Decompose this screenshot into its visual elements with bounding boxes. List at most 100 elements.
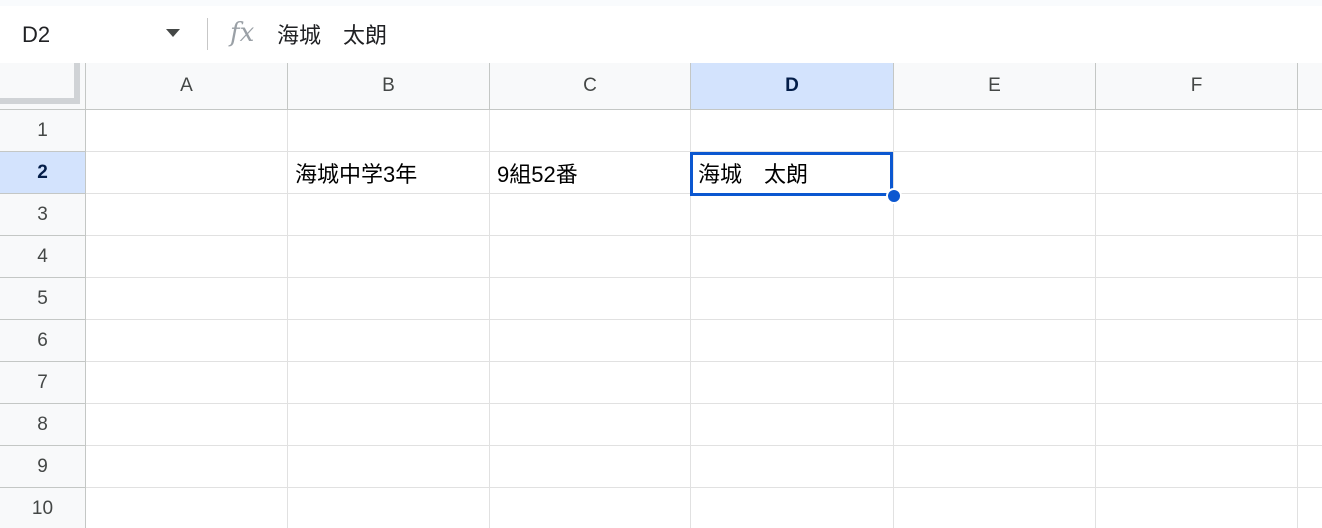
cell-f5[interactable] xyxy=(1096,278,1298,320)
row-header-6[interactable]: 6 xyxy=(0,320,86,362)
cell-c5[interactable] xyxy=(490,278,691,320)
fill-handle[interactable] xyxy=(886,188,902,204)
cell-b5[interactable] xyxy=(288,278,490,320)
cell-c6[interactable] xyxy=(490,320,691,362)
cell-d2[interactable]: 海城 太朗 xyxy=(691,152,894,194)
cell-c1[interactable] xyxy=(490,110,691,152)
cell-g5[interactable] xyxy=(1298,278,1322,320)
row-header-8[interactable]: 8 xyxy=(0,404,86,446)
cell-d7[interactable] xyxy=(691,362,894,404)
cell-c2[interactable]: 9組52番 xyxy=(490,152,691,194)
cell-c4[interactable] xyxy=(490,236,691,278)
cell-c10[interactable] xyxy=(490,488,691,528)
cell-f10[interactable] xyxy=(1096,488,1298,528)
cell-e2[interactable] xyxy=(894,152,1096,194)
cell-d6[interactable] xyxy=(691,320,894,362)
row-header-2[interactable]: 2 xyxy=(0,152,86,194)
name-box-value[interactable]: D2 xyxy=(22,22,50,48)
column-header-c[interactable]: C xyxy=(490,63,691,110)
cell-g8[interactable] xyxy=(1298,404,1322,446)
cell-a1[interactable] xyxy=(86,110,288,152)
cell-a8[interactable] xyxy=(86,404,288,446)
svg-text:fx: fx xyxy=(228,18,255,48)
cell-e8[interactable] xyxy=(894,404,1096,446)
formula-bar-divider xyxy=(207,18,208,50)
select-all-corner[interactable] xyxy=(0,63,86,110)
cell-f1[interactable] xyxy=(1096,110,1298,152)
cell-g1[interactable] xyxy=(1298,110,1322,152)
cell-d8[interactable] xyxy=(691,404,894,446)
cell-b9[interactable] xyxy=(288,446,490,488)
name-box[interactable]: D2 xyxy=(0,6,196,62)
corner-freeze-handle[interactable] xyxy=(0,63,80,104)
cell-g3[interactable] xyxy=(1298,194,1322,236)
cell-d10[interactable] xyxy=(691,488,894,528)
cell-g10[interactable] xyxy=(1298,488,1322,528)
cell-b2[interactable]: 海城中学3年 xyxy=(288,152,490,194)
cell-f8[interactable] xyxy=(1096,404,1298,446)
fx-icon: fx xyxy=(228,18,255,48)
cell-b4[interactable] xyxy=(288,236,490,278)
toolbar-edge xyxy=(0,0,1322,6)
cell-e1[interactable] xyxy=(894,110,1096,152)
cell-c3[interactable] xyxy=(490,194,691,236)
cell-g2[interactable] xyxy=(1298,152,1322,194)
column-header-a[interactable]: A xyxy=(86,63,288,110)
cell-d1[interactable] xyxy=(691,110,894,152)
cell-e9[interactable] xyxy=(894,446,1096,488)
cell-g6[interactable] xyxy=(1298,320,1322,362)
row-header-7[interactable]: 7 xyxy=(0,362,86,404)
cell-f6[interactable] xyxy=(1096,320,1298,362)
chevron-down-icon[interactable] xyxy=(166,29,180,37)
cell-e6[interactable] xyxy=(894,320,1096,362)
column-header-g[interactable] xyxy=(1298,63,1322,110)
cell-b1[interactable] xyxy=(288,110,490,152)
row-header-3[interactable]: 3 xyxy=(0,194,86,236)
column-header-f[interactable]: F xyxy=(1096,63,1298,110)
cell-a7[interactable] xyxy=(86,362,288,404)
cell-a10[interactable] xyxy=(86,488,288,528)
cell-a9[interactable] xyxy=(86,446,288,488)
row-header-9[interactable]: 9 xyxy=(0,446,86,488)
cell-a3[interactable] xyxy=(86,194,288,236)
cell-f7[interactable] xyxy=(1096,362,1298,404)
cell-d4[interactable] xyxy=(691,236,894,278)
row-header-10[interactable]: 10 xyxy=(0,488,86,528)
cell-a2[interactable] xyxy=(86,152,288,194)
cell-g4[interactable] xyxy=(1298,236,1322,278)
cell-b3[interactable] xyxy=(288,194,490,236)
cell-e3[interactable] xyxy=(894,194,1096,236)
cell-e4[interactable] xyxy=(894,236,1096,278)
cell-a5[interactable] xyxy=(86,278,288,320)
cell-f2[interactable] xyxy=(1096,152,1298,194)
column-header-b[interactable]: B xyxy=(288,63,490,110)
row-header-4[interactable]: 4 xyxy=(0,236,86,278)
cell-a6[interactable] xyxy=(86,320,288,362)
cell-d5[interactable] xyxy=(691,278,894,320)
row-header-1[interactable]: 1 xyxy=(0,110,86,152)
cell-b8[interactable] xyxy=(288,404,490,446)
cell-f4[interactable] xyxy=(1096,236,1298,278)
cell-e10[interactable] xyxy=(894,488,1096,528)
cell-g9[interactable] xyxy=(1298,446,1322,488)
cell-e7[interactable] xyxy=(894,362,1096,404)
column-header-d[interactable]: D xyxy=(691,63,894,110)
cell-f9[interactable] xyxy=(1096,446,1298,488)
formula-bar: D2 fx 海城 太朗 xyxy=(0,0,1322,64)
cell-d9[interactable] xyxy=(691,446,894,488)
cell-b7[interactable] xyxy=(288,362,490,404)
formula-input[interactable]: 海城 太朗 xyxy=(277,18,387,50)
cell-g7[interactable] xyxy=(1298,362,1322,404)
cell-b6[interactable] xyxy=(288,320,490,362)
cell-f3[interactable] xyxy=(1096,194,1298,236)
cell-c8[interactable] xyxy=(490,404,691,446)
spreadsheet-grid: A B C D E F 1 2 3 4 5 6 7 8 9 10 海城中学3年 … xyxy=(0,63,1322,528)
cell-b10[interactable] xyxy=(288,488,490,528)
cell-c7[interactable] xyxy=(490,362,691,404)
cell-d3[interactable] xyxy=(691,194,894,236)
cell-c9[interactable] xyxy=(490,446,691,488)
cell-a4[interactable] xyxy=(86,236,288,278)
row-header-5[interactable]: 5 xyxy=(0,278,86,320)
cell-e5[interactable] xyxy=(894,278,1096,320)
column-header-e[interactable]: E xyxy=(894,63,1096,110)
